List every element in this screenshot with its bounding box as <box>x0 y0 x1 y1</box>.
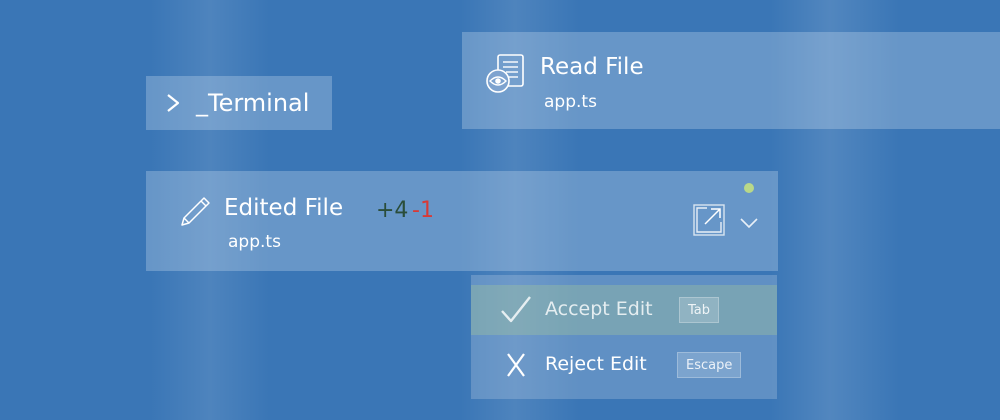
accept-edit-item[interactable]: Accept Edit Tab <box>471 285 777 335</box>
read-file-filename: app.ts <box>544 92 597 112</box>
edit-actions-menu: Accept Edit Tab Reject Edit Escape <box>471 275 777 399</box>
document-eye-icon <box>486 54 524 93</box>
terminal-chip[interactable]: _Terminal <box>146 76 332 130</box>
edited-file-filename: app.ts <box>228 232 281 252</box>
accept-edit-label: Accept Edit <box>545 298 653 320</box>
checkmark-icon <box>501 296 531 323</box>
chevron-down-icon[interactable] <box>739 216 759 230</box>
chevron-prompt-icon <box>167 94 180 112</box>
lines-removed-count: -1 <box>412 198 434 223</box>
reject-edit-item[interactable]: Reject Edit Escape <box>471 340 777 390</box>
terminal-label: _Terminal <box>196 89 310 117</box>
x-icon <box>507 353 525 377</box>
read-file-card[interactable]: Read File app.ts <box>462 32 1000 129</box>
edited-file-title: Edited File <box>224 195 344 221</box>
tab-shortcut-badge: Tab <box>679 297 720 323</box>
escape-shortcut-badge: Escape <box>677 352 742 378</box>
pencil-icon <box>181 197 210 226</box>
status-dot-icon <box>744 183 754 193</box>
reject-edit-label: Reject Edit <box>545 353 647 375</box>
read-file-title: Read File <box>540 54 644 80</box>
edited-file-card[interactable]: Edited File +4 -1 app.ts <box>146 171 778 271</box>
open-external-icon[interactable] <box>692 203 726 237</box>
lines-added-count: +4 <box>376 198 409 223</box>
